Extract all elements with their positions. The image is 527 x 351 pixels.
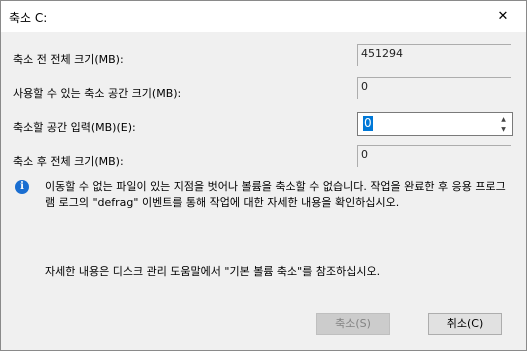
available-space-field[interactable]: 0	[357, 77, 511, 99]
chevron-down-icon: ▼	[501, 125, 506, 133]
shrink-amount-value: 0	[363, 116, 373, 131]
available-space-label: 사용할 수 있는 축소 공간 크기(MB):	[13, 87, 182, 100]
total-after-label: 축소 후 전체 크기(MB):	[13, 155, 124, 168]
help-message: 자세한 내용은 디스크 관리 도움말에서 "기본 볼륨 축소"를 참조하십시오.	[45, 265, 381, 278]
spinner-up-button[interactable]: ▲	[496, 114, 511, 124]
dialog-title: 축소 C:	[9, 11, 48, 25]
shrink-amount-spinner[interactable]: 0 ▲ ▼	[357, 112, 513, 136]
shrink-button[interactable]: 축소(S)	[316, 313, 390, 335]
cancel-button[interactable]: 취소(C)	[428, 313, 502, 335]
dialog-footer: 축소(S) 취소(C)	[1, 291, 526, 350]
info-message: 이동할 수 없는 파일이 있는 지점을 벗어나 볼륨을 축소할 수 없습니다. …	[45, 180, 506, 209]
info-icon: i	[15, 180, 29, 194]
total-before-label: 축소 전 전체 크기(MB):	[13, 53, 124, 66]
shrink-dialog: 축소 C: ✕ 축소 전 전체 크기(MB): 451294 사용할 수 있는 …	[0, 0, 527, 351]
total-after-value: 0	[361, 148, 368, 161]
dialog-content: 축소 전 전체 크기(MB): 451294 사용할 수 있는 축소 공간 크기…	[1, 32, 526, 291]
shrink-amount-input[interactable]	[359, 114, 503, 134]
total-before-value: 451294	[361, 47, 403, 60]
shrink-amount-label: 축소할 공간 입력(MB)(E):	[13, 121, 136, 134]
chevron-up-icon: ▲	[501, 115, 506, 123]
close-button[interactable]: ✕	[480, 1, 526, 31]
total-before-field[interactable]: 451294	[357, 44, 511, 66]
spinner-down-button[interactable]: ▼	[496, 124, 511, 134]
available-space-value: 0	[361, 80, 368, 93]
title-bar[interactable]: 축소 C: ✕	[1, 1, 526, 31]
close-icon: ✕	[497, 8, 509, 24]
total-after-field[interactable]: 0	[357, 145, 511, 167]
spinner-buttons: ▲ ▼	[496, 114, 511, 134]
